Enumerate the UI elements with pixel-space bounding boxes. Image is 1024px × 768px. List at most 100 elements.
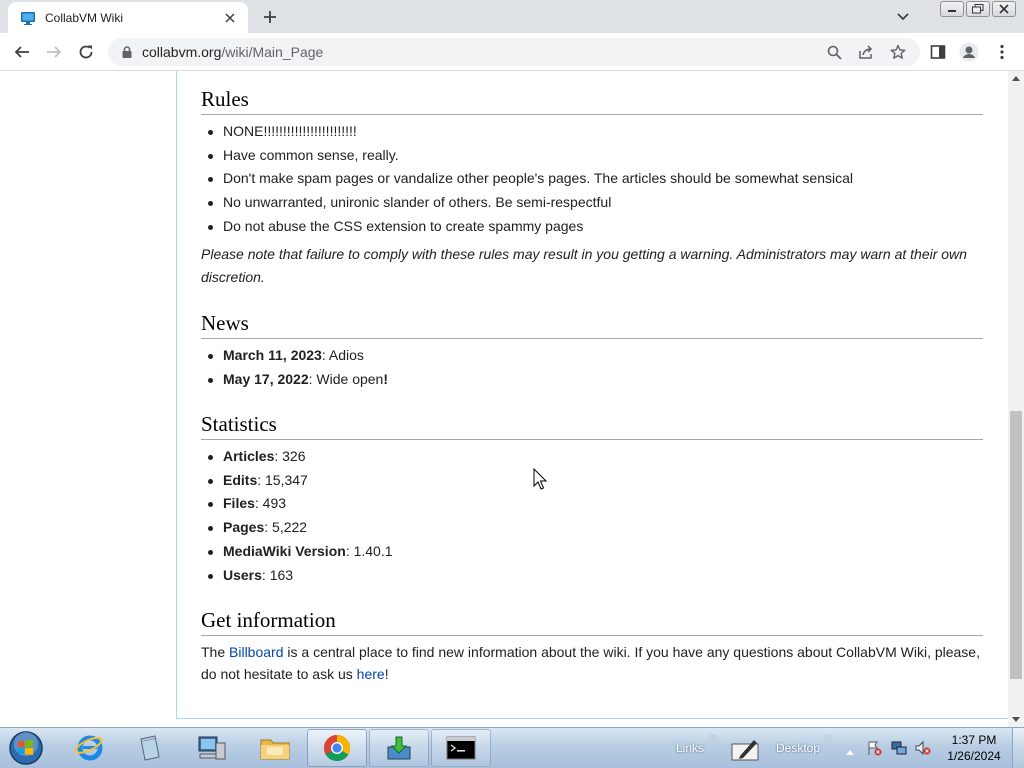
- tab-search-button[interactable]: [896, 6, 914, 26]
- taskbar-notebook[interactable]: [120, 729, 180, 767]
- stat-label: Users: [223, 566, 262, 583]
- desktop-toolbar-label[interactable]: Desktop: [776, 741, 820, 755]
- show-desktop-button[interactable]: [1012, 728, 1024, 768]
- chevron-down-icon: [897, 13, 909, 21]
- close-window-button[interactable]: [992, 1, 1016, 17]
- folder-icon: [260, 739, 290, 760]
- list-item: MediaWiki Version: 1.40.1: [201, 540, 983, 564]
- window-controls: [938, 1, 1016, 17]
- stat-value: : 1.40.1: [345, 542, 393, 559]
- url-host: collabvm.org: [142, 44, 222, 60]
- list-item: Files: 493: [201, 492, 983, 516]
- system-clock[interactable]: 1:37 PM 1/26/2024: [940, 732, 1008, 764]
- share-button[interactable]: [856, 42, 876, 62]
- more-vert-icon: [1000, 44, 1004, 60]
- get-information-section: Get information The Billboard is a centr…: [201, 607, 983, 685]
- scroll-up-button[interactable]: [1008, 71, 1024, 85]
- news-date: May 17, 2022: [223, 370, 309, 387]
- taskbar-internet-explorer[interactable]: [60, 729, 120, 767]
- page-scrollbar[interactable]: [1008, 71, 1024, 727]
- address-bar[interactable]: collabvm.org/wiki/Main_Page: [108, 38, 920, 66]
- tab-title: CollabVM Wiki: [45, 10, 124, 25]
- statistics-list: Articles: 326 Edits: 15,347 Files: 493 P…: [201, 445, 983, 587]
- taskbar-command-prompt[interactable]: [431, 729, 491, 767]
- stat-value: : 5,222: [264, 519, 308, 536]
- list-item: Have common sense, really.: [201, 144, 983, 168]
- stat-label: MediaWiki Version: [223, 542, 346, 559]
- back-button[interactable]: [10, 40, 34, 64]
- list-item: Articles: 326: [201, 445, 983, 469]
- terminal-icon: [446, 736, 476, 760]
- forward-button[interactable]: [42, 40, 66, 64]
- restore-button[interactable]: [966, 1, 990, 17]
- get-info-text: The: [201, 644, 230, 660]
- list-item: Edits: 15,347: [201, 469, 983, 493]
- zoom-search-button[interactable]: [824, 42, 844, 62]
- url-text[interactable]: collabvm.org/wiki/Main_Page: [142, 44, 323, 60]
- list-item: No unwarranted, unironic slander of othe…: [201, 191, 983, 215]
- news-text: : Wide open: [308, 370, 384, 387]
- search-icon: [827, 45, 842, 60]
- minimize-icon: [948, 10, 956, 12]
- chrome-icon: [323, 734, 351, 762]
- stat-value: : 493: [254, 495, 287, 512]
- network-tray[interactable]: [891, 740, 907, 756]
- scroll-down-button[interactable]: [1008, 713, 1024, 727]
- star-icon: [890, 44, 906, 59]
- new-tab-button[interactable]: [258, 6, 282, 28]
- desktop-chevron-icon[interactable]: »: [826, 732, 832, 743]
- reload-icon: [79, 45, 93, 59]
- rules-section: Rules NONE!!!!!!!!!!!!!!!!!!!!!!!! Have …: [201, 86, 983, 289]
- taskbar-download-app[interactable]: [369, 729, 429, 767]
- list-item: Don't make spam pages or vandalize other…: [201, 167, 983, 191]
- get-info-text: !: [384, 666, 389, 682]
- tab-close-button[interactable]: [222, 10, 238, 26]
- reload-button[interactable]: [74, 40, 98, 64]
- rules-note: Please note that failure to comply with …: [201, 245, 967, 285]
- get-info-text: is a central place to find new informati…: [201, 644, 980, 682]
- monitor-icon: [21, 11, 35, 25]
- list-item: March 11, 2023: Adios: [201, 344, 983, 368]
- close-icon: [225, 12, 235, 23]
- tab-collabvm-wiki[interactable]: CollabVM Wiki: [8, 2, 248, 33]
- list-item: Pages: 5,222: [201, 516, 983, 540]
- close-icon: [999, 4, 1009, 14]
- minimize-button[interactable]: [940, 1, 964, 17]
- url-path: /wiki/Main_Page: [221, 44, 324, 60]
- scrollbar-thumb[interactable]: [1010, 411, 1022, 679]
- news-date: March 11, 2023: [223, 347, 322, 363]
- windows-taskbar: Links » Desktop » 1:37 PM 1/26/2024: [0, 727, 1024, 768]
- list-item: Users: 163: [201, 564, 983, 588]
- side-panel-icon: [930, 45, 946, 59]
- list-item: NONE!!!!!!!!!!!!!!!!!!!!!!!!: [201, 120, 983, 144]
- triangle-up-icon: [1012, 76, 1020, 81]
- page-viewport: Rules NONE!!!!!!!!!!!!!!!!!!!!!!!! Have …: [0, 71, 1008, 727]
- volume-tray[interactable]: [915, 740, 931, 756]
- mouse-cursor-icon: [533, 468, 548, 490]
- taskbar-computer[interactable]: [182, 729, 242, 767]
- list-item: Do not abuse the CSS extension to create…: [201, 215, 983, 239]
- bookmark-button[interactable]: [888, 42, 908, 62]
- side-panel-button[interactable]: [926, 40, 950, 64]
- taskbar-drawing-app[interactable]: [730, 736, 762, 762]
- action-center-tray[interactable]: [866, 740, 882, 756]
- links-toolbar-label[interactable]: Links: [676, 741, 704, 755]
- get-information-paragraph: The Billboard is a central place to find…: [201, 641, 983, 685]
- statistics-section: Statistics Articles: 326 Edits: 15,347 F…: [201, 411, 983, 587]
- news-heading: News: [201, 310, 983, 339]
- taskbar-chrome[interactable]: [307, 729, 367, 767]
- download-icon: [387, 736, 411, 760]
- start-button[interactable]: [6, 730, 46, 766]
- clock-date: 1/26/2024: [947, 749, 1001, 763]
- here-link[interactable]: here: [357, 666, 385, 682]
- links-chevron-icon[interactable]: »: [710, 732, 716, 743]
- menu-button[interactable]: [990, 40, 1014, 64]
- triangle-up-icon: [846, 750, 854, 755]
- stat-label: Pages: [223, 519, 265, 536]
- stat-label: Articles: [223, 448, 275, 464]
- billboard-link[interactable]: Billboard: [229, 644, 283, 660]
- taskbar-file-explorer[interactable]: [245, 729, 305, 767]
- lock-icon[interactable]: [120, 45, 134, 59]
- profile-button[interactable]: [957, 40, 981, 64]
- show-hidden-icons-button[interactable]: [845, 743, 855, 755]
